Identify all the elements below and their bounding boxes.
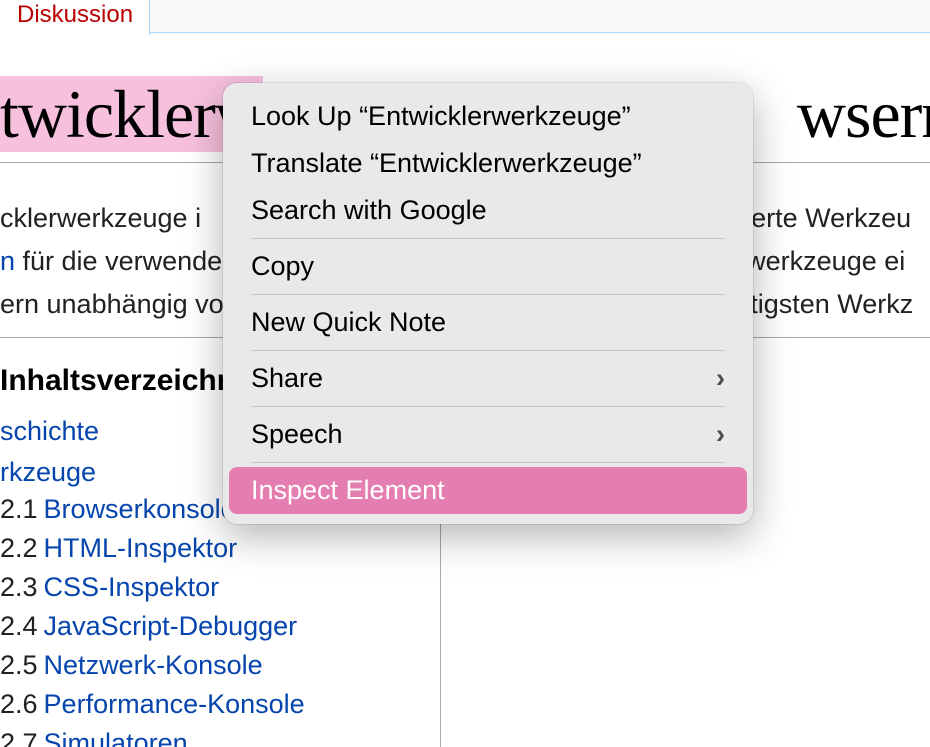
menu-separator xyxy=(251,406,725,407)
chevron-right-icon: › xyxy=(716,363,725,394)
title-tail: wsern xyxy=(797,76,930,152)
menu-lookup[interactable]: Look Up “Entwicklerwerkzeuge” xyxy=(229,93,747,140)
toc-item-simulatoren[interactable]: Simulatoren xyxy=(44,728,188,747)
menu-separator xyxy=(251,462,725,463)
toc-item-js-debugger[interactable]: JavaScript-Debugger xyxy=(44,611,298,641)
menu-share[interactable]: Share › xyxy=(229,355,747,402)
toc-num: 2.7 xyxy=(0,728,38,747)
toc-num: 2.4 xyxy=(0,611,38,641)
menu-separator xyxy=(251,294,725,295)
toc-num: 2.6 xyxy=(0,689,38,719)
menu-inspect-element[interactable]: Inspect Element xyxy=(229,467,747,514)
menu-translate[interactable]: Translate “Entwicklerwerkzeuge” xyxy=(229,140,747,187)
menu-search[interactable]: Search with Google xyxy=(229,187,747,234)
toc-item-netzwerk-konsole[interactable]: Netzwerk-Konsole xyxy=(44,650,263,680)
context-menu: Look Up “Entwicklerwerkzeuge” Translate … xyxy=(223,83,753,524)
toc-item-performance-konsole[interactable]: Performance-Konsole xyxy=(44,689,305,719)
toc-item-browserkonsole[interactable]: Browserkonsole xyxy=(44,494,236,524)
menu-separator xyxy=(251,238,725,239)
intro-link[interactable]: n xyxy=(0,246,15,276)
toc-item-css-inspektor[interactable]: CSS-Inspektor xyxy=(44,572,220,602)
menu-copy[interactable]: Copy xyxy=(229,243,747,290)
toc-num: 2.5 xyxy=(0,650,38,680)
toc-item-geschichte[interactable]: schichte xyxy=(0,416,99,446)
toc-item-werkzeuge[interactable]: rkzeuge xyxy=(0,457,96,487)
menu-separator xyxy=(251,350,725,351)
toc-num: 2.1 xyxy=(0,494,38,524)
toc-item-html-inspektor[interactable]: HTML-Inspektor xyxy=(44,533,238,563)
chevron-right-icon: › xyxy=(716,419,725,450)
menu-speech[interactable]: Speech › xyxy=(229,411,747,458)
tab-strip: Diskussion xyxy=(0,0,930,33)
toc-num: 2.2 xyxy=(0,533,38,563)
menu-new-quick-note[interactable]: New Quick Note xyxy=(229,299,747,346)
tab-diskussion[interactable]: Diskussion xyxy=(0,0,150,35)
toc-num: 2.3 xyxy=(0,572,38,602)
